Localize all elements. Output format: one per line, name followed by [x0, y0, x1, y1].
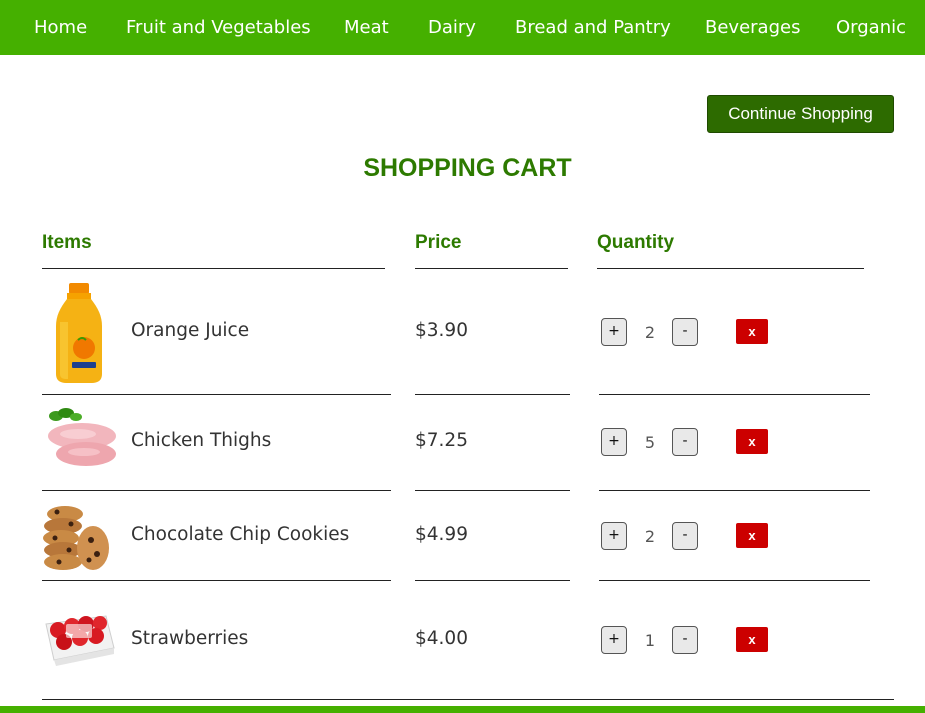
- divider: [415, 490, 570, 491]
- quantity-value: 5: [644, 433, 656, 452]
- orange-juice-image: [56, 283, 102, 383]
- divider: [599, 580, 870, 581]
- item-name: Chicken Thighs: [131, 430, 272, 451]
- continue-shopping-button[interactable]: Continue Shopping: [707, 95, 894, 133]
- chicken-thighs-image: [48, 408, 116, 466]
- quantity-decrease-button[interactable]: -: [672, 318, 698, 346]
- divider: [42, 490, 391, 491]
- item-name: Chocolate Chip Cookies: [131, 524, 350, 545]
- quantity-increase-button[interactable]: +: [601, 428, 627, 456]
- column-header-items: Items: [42, 232, 92, 253]
- item-name: Strawberries: [131, 628, 249, 649]
- nav-item-home[interactable]: Home: [34, 0, 87, 55]
- column-header-quantity: Quantity: [597, 232, 675, 253]
- item-price: $7.25: [415, 430, 468, 451]
- divider: [42, 268, 385, 269]
- quantity-decrease-button[interactable]: -: [672, 626, 698, 654]
- item-name: Orange Juice: [131, 320, 250, 341]
- footer-bar: [0, 706, 925, 713]
- quantity-value: 2: [644, 527, 656, 546]
- nav-item-bread-and-pantry[interactable]: Bread and Pantry: [515, 0, 671, 55]
- divider: [42, 394, 391, 395]
- remove-item-button[interactable]: x: [736, 627, 768, 652]
- top-nav: Home Fruit and Vegetables Meat Dairy Bre…: [0, 0, 925, 55]
- quantity-decrease-button[interactable]: -: [672, 522, 698, 550]
- strawberries-image: [45, 615, 115, 666]
- divider: [599, 394, 870, 395]
- nav-item-fruit-and-vegetables[interactable]: Fruit and Vegetables: [126, 0, 311, 55]
- quantity-value: 2: [644, 323, 656, 342]
- page-title: SHOPPING CART: [363, 154, 572, 182]
- remove-item-button[interactable]: x: [736, 319, 768, 344]
- chocolate-chip-cookies-image: [43, 506, 109, 570]
- quantity-increase-button[interactable]: +: [601, 522, 627, 550]
- divider: [597, 268, 864, 269]
- nav-item-meat[interactable]: Meat: [344, 0, 389, 55]
- item-price: $4.99: [415, 524, 468, 545]
- item-price: $3.90: [415, 320, 468, 341]
- divider: [42, 699, 894, 700]
- divider: [42, 580, 391, 581]
- remove-item-button[interactable]: x: [736, 429, 768, 454]
- nav-item-beverages[interactable]: Beverages: [705, 0, 800, 55]
- divider: [415, 268, 568, 269]
- divider: [415, 580, 570, 581]
- item-price: $4.00: [415, 628, 468, 649]
- divider: [415, 394, 570, 395]
- quantity-value: 1: [644, 631, 656, 650]
- divider: [599, 490, 870, 491]
- remove-item-button[interactable]: x: [736, 523, 768, 548]
- quantity-decrease-button[interactable]: -: [672, 428, 698, 456]
- nav-item-dairy[interactable]: Dairy: [428, 0, 476, 55]
- quantity-increase-button[interactable]: +: [601, 626, 627, 654]
- quantity-increase-button[interactable]: +: [601, 318, 627, 346]
- column-header-price: Price: [415, 232, 462, 253]
- nav-item-organic[interactable]: Organic: [836, 0, 906, 55]
